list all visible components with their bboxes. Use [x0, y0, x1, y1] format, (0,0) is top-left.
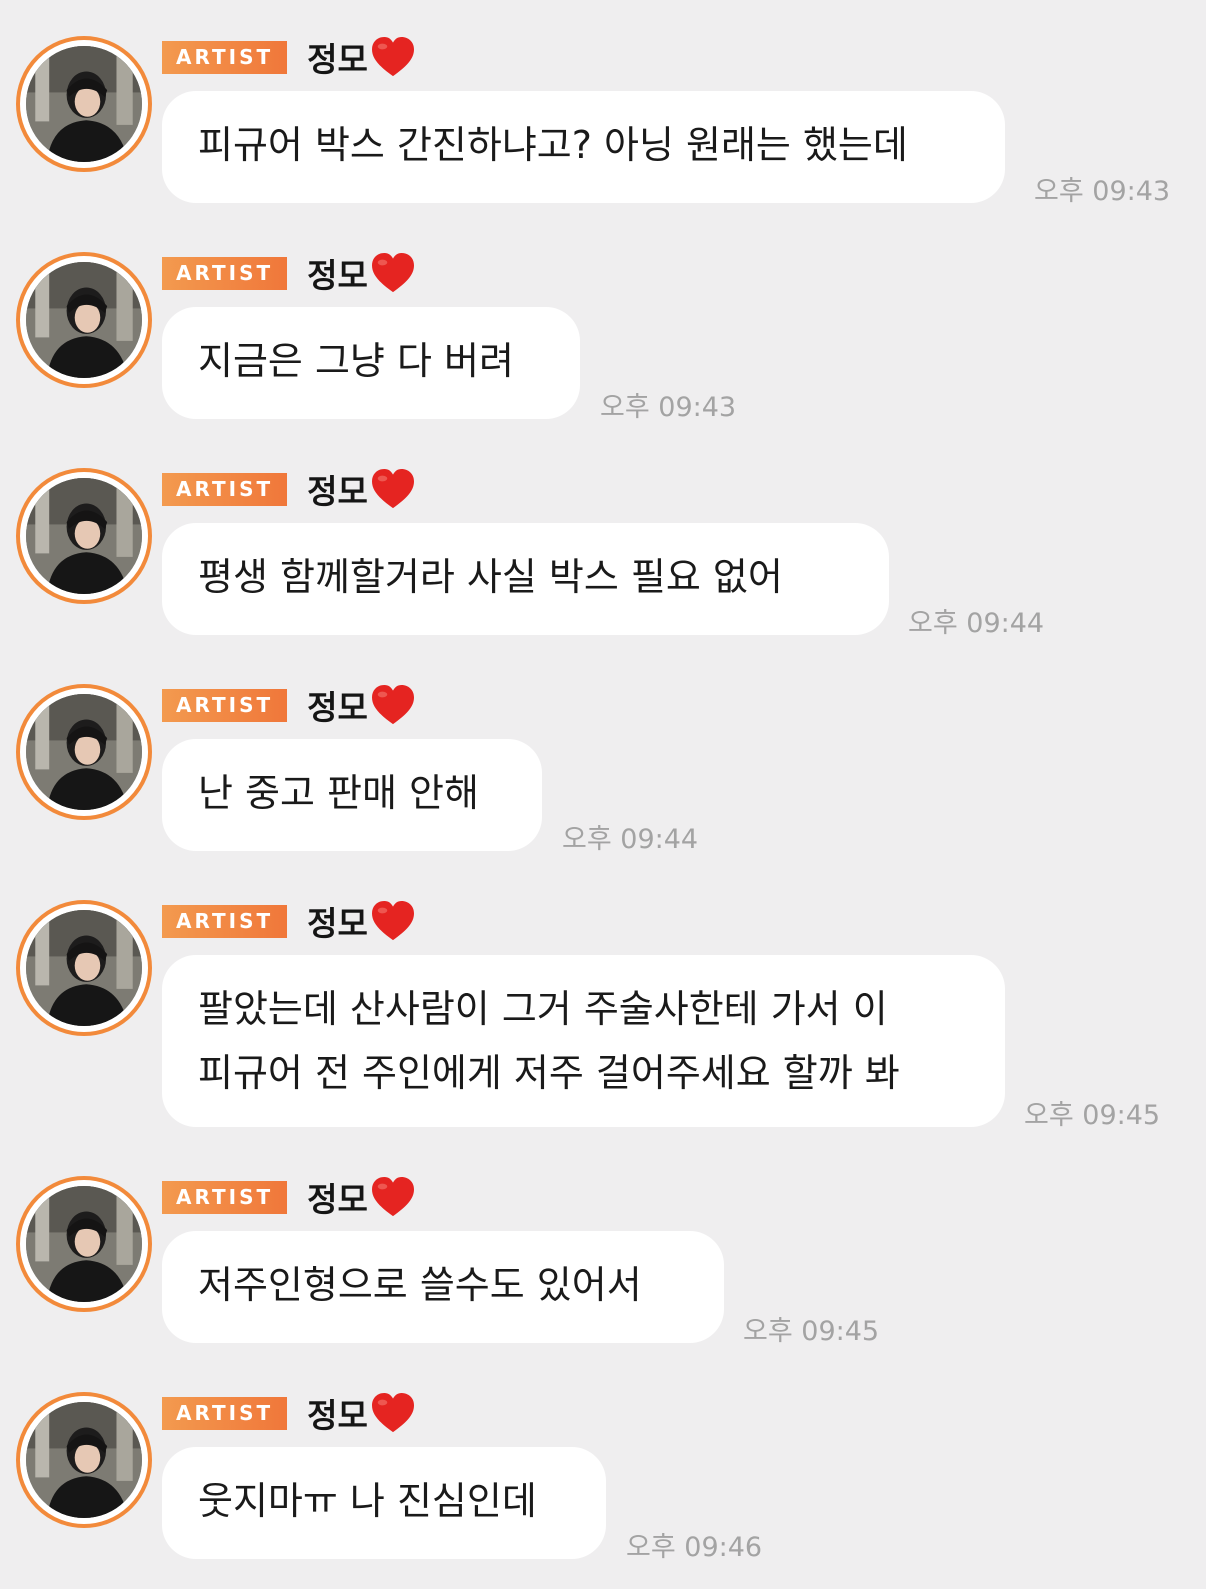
artist-badge: ARTIST	[162, 1396, 288, 1430]
message-bubble[interactable]: 피규어 박스 간진하냐고? 아닝 원래는 했는데	[162, 91, 1005, 203]
avatar[interactable]	[16, 900, 152, 1036]
message-time: 오후 09:45	[1024, 1100, 1161, 1131]
message-bubble[interactable]: 난 중고 판매 안해	[162, 739, 542, 851]
message-time: 오후 09:46	[626, 1532, 763, 1563]
message-header: ARTIST 정모	[162, 1392, 416, 1435]
message-header: ARTIST 정모	[162, 1176, 416, 1219]
artist-badge: ARTIST	[162, 1180, 288, 1214]
message-time: 오후 09:45	[743, 1316, 880, 1347]
avatar-photo-icon	[26, 262, 142, 378]
avatar[interactable]	[16, 1392, 152, 1528]
artist-badge: ARTIST	[162, 40, 288, 74]
message-line: 피규어 박스 간진하냐고? 아닝 원래는 했는데	[198, 123, 908, 167]
message-bubble[interactable]: 평생 함께할거라 사실 박스 필요 없어	[162, 523, 889, 635]
message-line: 지금은 그냥 다 버려	[198, 339, 514, 383]
avatar[interactable]	[16, 36, 152, 172]
avatar-photo-icon	[26, 478, 142, 594]
avatar-photo-icon	[26, 1186, 142, 1302]
heart-icon	[370, 468, 416, 510]
heart-icon	[370, 684, 416, 726]
message-time: 오후 09:44	[562, 824, 699, 855]
message-header: ARTIST 정모	[162, 36, 416, 79]
message-time: 오후 09:43	[1034, 176, 1171, 207]
heart-icon	[370, 252, 416, 294]
avatar[interactable]	[16, 1176, 152, 1312]
message-time: 오후 09:44	[908, 608, 1045, 639]
avatar[interactable]	[16, 684, 152, 820]
sender-name: 정모	[307, 904, 368, 943]
sender-name: 정모	[307, 1396, 368, 1435]
message-line: 팔았는데 산사람이 그거 주술사한테 가서 이	[198, 987, 888, 1031]
heart-icon	[370, 900, 416, 942]
heart-icon	[370, 1176, 416, 1218]
message-header: ARTIST 정모	[162, 684, 416, 727]
avatar-photo-icon	[26, 46, 142, 162]
artist-badge: ARTIST	[162, 904, 288, 938]
message-time: 오후 09:43	[600, 392, 737, 423]
message-line: 저주인형으로 쓸수도 있어서	[198, 1263, 642, 1307]
sender-name: 정모	[307, 472, 368, 511]
avatar-photo-icon	[26, 694, 142, 810]
sender-name: 정모	[307, 256, 368, 295]
message-line: 피규어 전 주인에게 저주 걸어주세요 할까 봐	[198, 1051, 900, 1095]
message-line: 웃지마ㅠ 나 진심인데	[198, 1479, 537, 1523]
message-header: ARTIST 정모	[162, 900, 416, 943]
artist-badge: ARTIST	[162, 256, 288, 290]
message-line: 난 중고 판매 안해	[198, 771, 479, 815]
sender-name: 정모	[307, 1180, 368, 1219]
heart-icon	[370, 1392, 416, 1434]
message-header: ARTIST 정모	[162, 468, 416, 511]
artist-badge: ARTIST	[162, 472, 288, 506]
sender-name: 정모	[307, 688, 368, 727]
avatar-photo-icon	[26, 910, 142, 1026]
message-bubble[interactable]: 웃지마ㅠ 나 진심인데	[162, 1447, 606, 1559]
message-bubble[interactable]: 팔았는데 산사람이 그거 주술사한테 가서 이 피규어 전 주인에게 저주 걸어…	[162, 955, 1005, 1127]
message-bubble[interactable]: 저주인형으로 쓸수도 있어서	[162, 1231, 724, 1343]
artist-badge: ARTIST	[162, 688, 288, 722]
message-bubble[interactable]: 지금은 그냥 다 버려	[162, 307, 580, 419]
message-line: 평생 함께할거라 사실 박스 필요 없어	[198, 555, 783, 599]
sender-name: 정모	[307, 40, 368, 79]
message-header: ARTIST 정모	[162, 252, 416, 295]
heart-icon	[370, 36, 416, 78]
avatar-photo-icon	[26, 1402, 142, 1518]
avatar[interactable]	[16, 252, 152, 388]
avatar[interactable]	[16, 468, 152, 604]
